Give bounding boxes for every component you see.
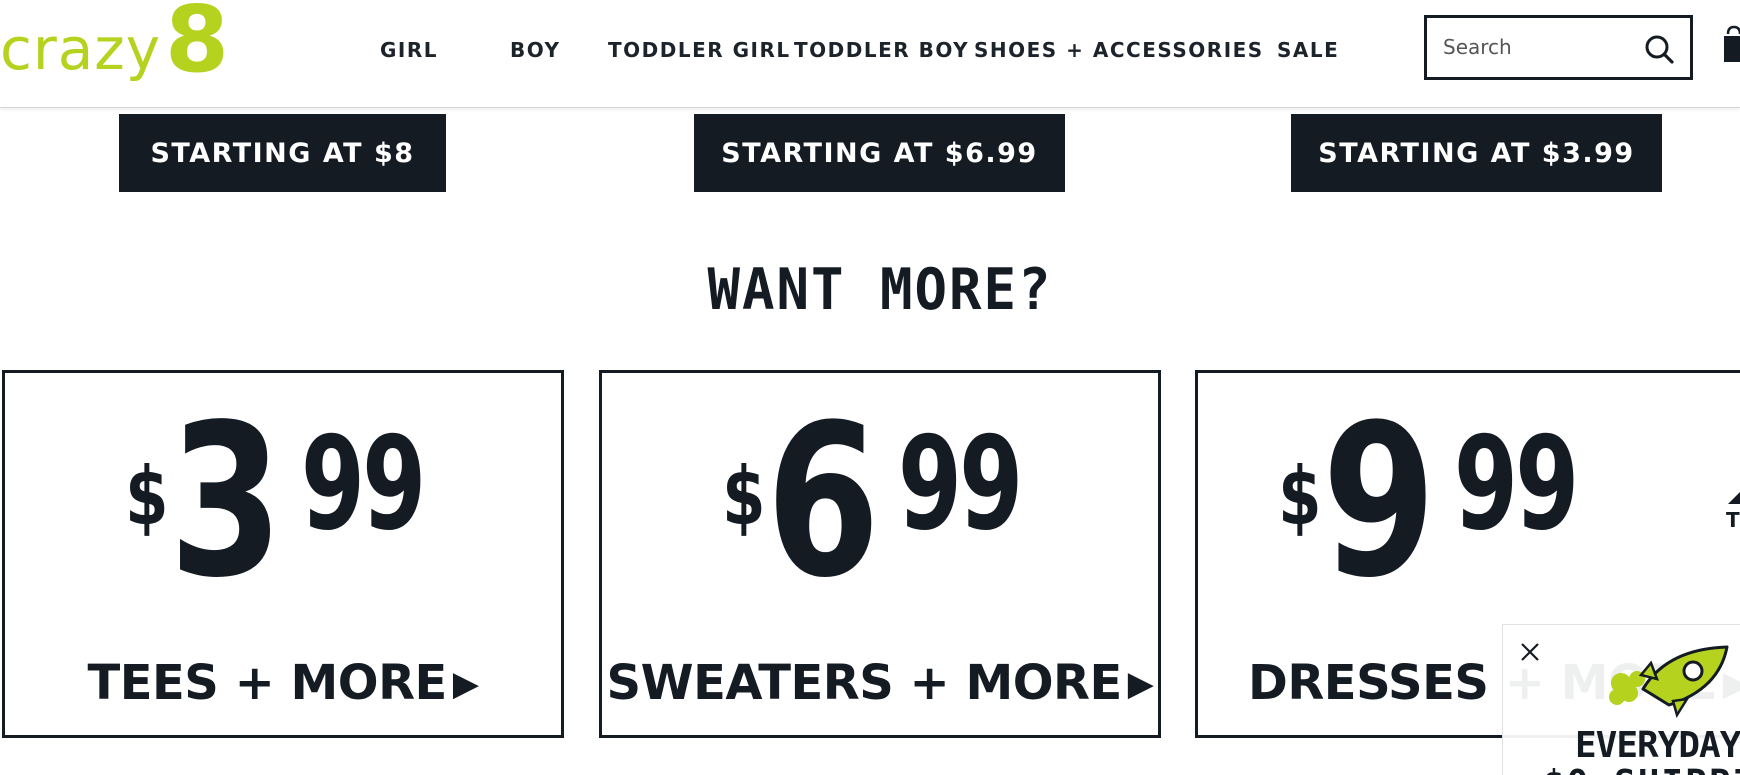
price-card-6-99[interactable]: $ 6 99 SWEATERS + MORE ▶	[599, 370, 1161, 738]
price-whole: 3	[168, 379, 283, 624]
nav-toddler-boy[interactable]: TODDLER BOY	[794, 38, 969, 62]
price-display: $ 3 99	[5, 379, 561, 624]
logo-text: crazy	[0, 15, 162, 83]
price-cents: 99	[1453, 410, 1579, 559]
scroll-to-top-label: T	[1726, 508, 1740, 532]
price-currency: $	[1278, 450, 1322, 543]
card-label: TEES + MORE ▶	[5, 655, 561, 711]
nav-boy[interactable]: BOY	[510, 38, 561, 62]
search-icon[interactable]	[1644, 34, 1674, 64]
price-whole: 9	[1321, 379, 1436, 624]
search-box	[1424, 15, 1693, 80]
close-icon[interactable]	[1517, 639, 1543, 665]
price-cents: 99	[897, 410, 1023, 559]
promo-line-everyday: EVERYDAY	[1575, 725, 1740, 766]
price-card-3-99[interactable]: $ 3 99 TEES + MORE ▶	[2, 370, 564, 738]
price-currency: $	[125, 450, 169, 543]
want-more-heading: WANT MORE?	[707, 256, 1053, 323]
nav-girl[interactable]: GIRL	[380, 38, 438, 62]
site-header: crazy 8 GIRL BOY TODDLER GIRL TODDLER BO…	[0, 0, 1740, 108]
price-whole: 6	[765, 379, 880, 624]
scroll-to-top-button[interactable]: T	[1724, 490, 1740, 540]
card-label-text: TEES + MORE	[87, 655, 447, 711]
logo-number: 8	[165, 0, 230, 93]
starting-at-6-99-button[interactable]: STARTING AT $6.99	[694, 114, 1065, 192]
rocket-icon	[1609, 645, 1729, 719]
price-display: $ 6 99	[602, 379, 1158, 624]
promo-line-shipping: $0 SHIPPING	[1543, 763, 1740, 775]
arrow-up-icon	[1728, 490, 1740, 504]
card-label: SWEATERS + MORE ▶	[602, 655, 1158, 711]
starting-at-3-99-button[interactable]: STARTING AT $3.99	[1291, 114, 1662, 192]
nav-toddler-girl[interactable]: TODDLER GIRL	[608, 38, 791, 62]
search-input[interactable]	[1443, 32, 1633, 62]
crazy8-logo[interactable]: crazy 8	[0, 0, 230, 93]
arrow-right-icon: ▶	[1127, 664, 1154, 704]
nav-sale[interactable]: SALE	[1277, 38, 1339, 62]
card-label-text: SWEATERS + MORE	[606, 655, 1123, 711]
price-currency: $	[722, 450, 766, 543]
shopping-bag-icon[interactable]	[1722, 24, 1740, 64]
shipping-promo-popup: EVERYDAY $0 SHIPPING	[1502, 624, 1740, 775]
arrow-right-icon: ▶	[452, 664, 479, 704]
price-cents: 99	[300, 410, 426, 559]
price-display: $ 9 99	[1198, 379, 1714, 624]
nav-shoes-accessories[interactable]: SHOES + ACCESSORIES	[974, 38, 1264, 62]
starting-at-8-button[interactable]: STARTING AT $8	[119, 114, 446, 192]
